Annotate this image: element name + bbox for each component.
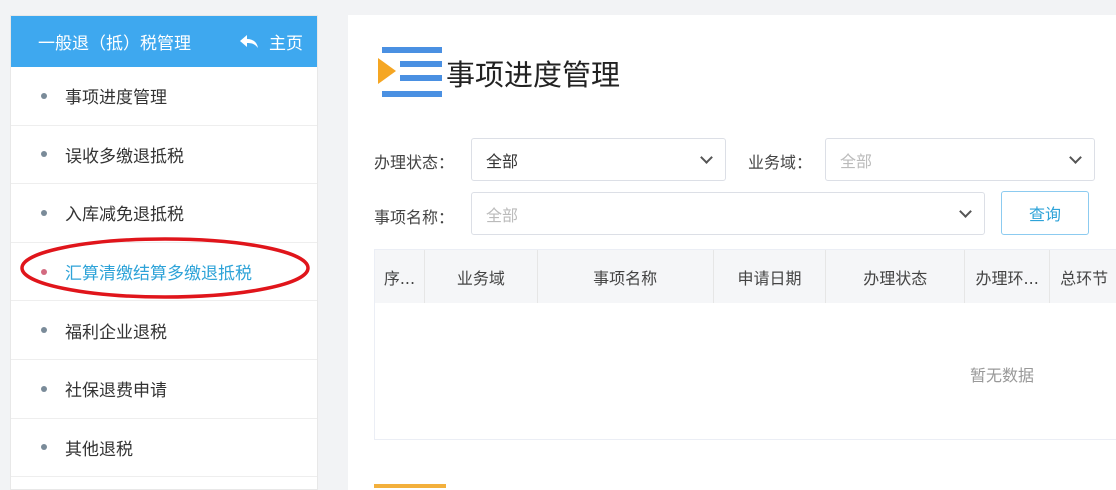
sidebar-item-overpaid-refund[interactable]: 误收多缴退抵税 <box>11 126 317 185</box>
name-label: 事项名称： <box>374 208 455 227</box>
column-header[interactable]: 事项名称 <box>538 250 714 303</box>
bullet-icon <box>41 444 47 451</box>
domain-placeholder: 全部 <box>840 151 873 171</box>
name-placeholder: 全部 <box>486 205 519 225</box>
query-button[interactable]: 查询 <box>1001 191 1089 235</box>
home-link[interactable]: 主页 <box>239 29 303 54</box>
sidebar-item-other-refund[interactable]: 其他退税 <box>11 419 317 478</box>
bullet-icon <box>41 327 47 334</box>
domain-label: 业务域： <box>748 153 813 172</box>
column-header[interactable]: 序... <box>375 250 425 303</box>
list-icon <box>378 47 442 97</box>
sidebar-item-label: 事项进度管理 <box>65 88 167 109</box>
status-label: 办理状态： <box>374 153 455 172</box>
column-header[interactable]: 总环节 <box>1050 250 1116 303</box>
bullet-icon <box>41 209 47 216</box>
bullet-icon <box>41 385 47 392</box>
status-value: 全部 <box>486 151 519 171</box>
sidebar-title: 一般退（抵）税管理 <box>38 34 191 54</box>
status-select[interactable]: 全部 <box>471 138 726 181</box>
column-header[interactable]: 办理状态 <box>826 250 966 303</box>
sidebar-item-label: 其他退税 <box>65 439 133 460</box>
chevron-down-icon <box>959 204 972 218</box>
sidebar-item-annual-settlement-refund[interactable]: 汇算清缴结算多缴退抵税 <box>11 243 317 302</box>
sidebar-item-reduction-refund[interactable]: 入库减免退抵税 <box>11 184 317 243</box>
sidebar-item-label: 福利企业退税 <box>65 322 167 343</box>
main-panel: 事项进度管理 办理状态： 全部 业务域： 全部 事项名称： 全部 查询 序...… <box>348 15 1116 490</box>
sidebar: 一般退（抵）税管理 主页 事项进度管理 误收多缴退抵税 入库减免退抵税 汇算清缴… <box>10 15 318 490</box>
sidebar-item-label: 汇算清缴结算多缴退抵税 <box>65 264 252 285</box>
chevron-down-icon <box>1069 150 1082 164</box>
bullet-icon <box>41 92 47 99</box>
column-header[interactable]: 申请日期 <box>714 250 827 303</box>
results-table: 序... 业务域 事项名称 申请日期 办理状态 办理环... 总环节 暂无数据 <box>374 249 1116 440</box>
name-select[interactable]: 全部 <box>471 192 985 235</box>
page-title: 事项进度管理 <box>376 45 620 101</box>
decorative-bar <box>374 484 446 488</box>
home-label: 主页 <box>269 34 303 54</box>
sidebar-item-label: 入库减免退抵税 <box>65 205 184 226</box>
sidebar-item-social-security-refund[interactable]: 社保退费申请 <box>11 360 317 419</box>
page-title-text: 事项进度管理 <box>446 58 621 92</box>
column-header[interactable]: 办理环... <box>965 250 1051 303</box>
domain-select[interactable]: 全部 <box>825 138 1095 181</box>
empty-text: 暂无数据 <box>970 366 1035 385</box>
bullet-icon <box>41 151 47 158</box>
column-header[interactable]: 业务域 <box>425 250 538 303</box>
back-arrow-icon <box>240 34 258 48</box>
sidebar-item-label: 误收多缴退抵税 <box>65 146 184 167</box>
sidebar-item-welfare-refund[interactable]: 福利企业退税 <box>11 301 317 360</box>
sidebar-item-label: 社保退费申请 <box>65 381 167 402</box>
sidebar-header: 一般退（抵）税管理 主页 <box>11 16 317 67</box>
chevron-down-icon <box>700 150 713 164</box>
bullet-icon <box>41 268 47 275</box>
sidebar-item-progress[interactable]: 事项进度管理 <box>11 67 317 126</box>
table-header: 序... 业务域 事项名称 申请日期 办理状态 办理环... 总环节 <box>375 250 1116 303</box>
